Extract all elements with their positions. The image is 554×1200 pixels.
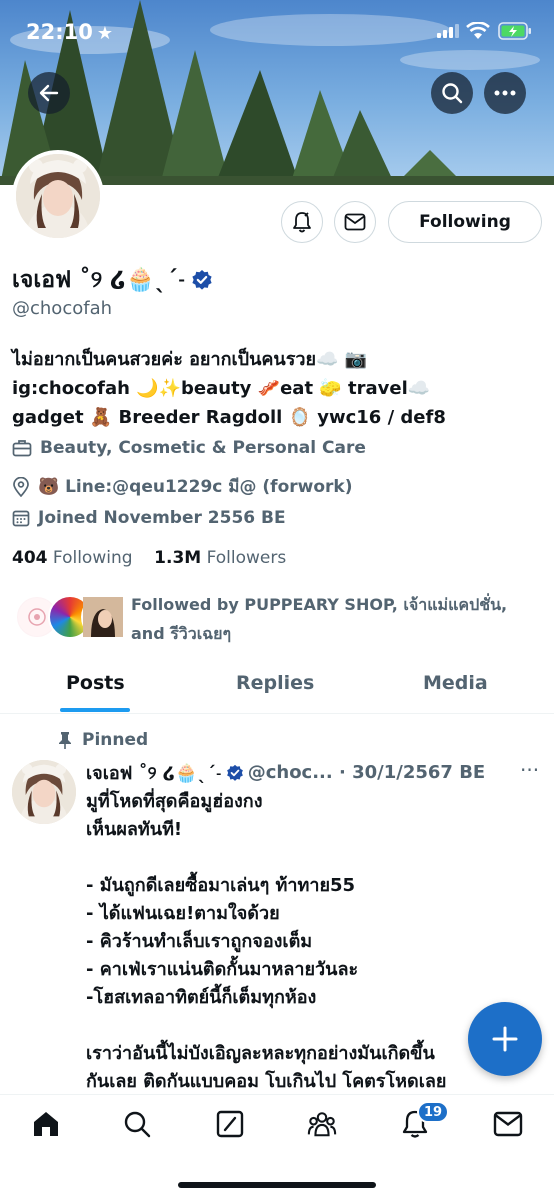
- status-time: 22:10 ★: [26, 20, 113, 44]
- tab-posts[interactable]: Posts: [66, 672, 125, 694]
- follower-photo: [83, 597, 123, 637]
- people-icon: [307, 1112, 337, 1137]
- avatar-photo: [16, 154, 100, 238]
- message-button[interactable]: [334, 201, 376, 243]
- active-tab-indicator: [60, 708, 130, 712]
- followed-by-avatars[interactable]: [15, 595, 125, 641]
- profile-joined-date: Joined November 2556 BE: [12, 508, 286, 528]
- joined-text: Joined November 2556 BE: [38, 508, 286, 528]
- back-button[interactable]: [28, 72, 70, 114]
- followed-by-line: and รีวิวเฉยๆ: [131, 624, 232, 643]
- search-button[interactable]: [431, 72, 473, 114]
- tweet-handle-date: @choc... · 30/1/2567 BE: [247, 762, 486, 783]
- nav-grok[interactable]: [215, 1109, 245, 1139]
- wifi-icon: [466, 22, 490, 39]
- home-icon: [34, 1112, 58, 1136]
- following-count-link[interactable]: 404 Following: [12, 548, 133, 568]
- tab-replies[interactable]: Replies: [236, 672, 314, 694]
- pin-icon: [59, 732, 71, 749]
- display-name-text: เจเอฟ ˚୨ ໒🧁ˎˊ˗: [12, 267, 186, 293]
- followers-count: 1.3M: [154, 548, 202, 568]
- notification-count-badge: 19: [417, 1101, 450, 1123]
- search-icon: [124, 1111, 151, 1138]
- tweet-more-button[interactable]: ···: [520, 758, 539, 782]
- tweet-author-avatar[interactable]: [12, 760, 76, 824]
- follower-avatar: [81, 595, 125, 639]
- following-label: Following: [52, 548, 133, 568]
- bio-line: gadget 🧸 Breeder Ragdoll 🪞 ywc16 / def8: [12, 407, 446, 428]
- bell-icon: [293, 212, 311, 233]
- plus-icon: [492, 1026, 518, 1052]
- tweet-author-name[interactable]: เจเอฟ ˚୨ ໒🧁ˎˊ˗: [86, 758, 222, 787]
- pinned-text: Pinned: [82, 730, 149, 750]
- verified-badge-icon: [226, 764, 243, 781]
- followers-label: Followers: [206, 548, 287, 568]
- bio-line: ig:chocofah 🌙✨beauty 🥓eat 🧽 travel☁️: [12, 378, 431, 399]
- profile-bio: ไม่อยากเป็นคนสวยค่ะ อยากเป็นคนรวย☁️ 📷 ig…: [12, 345, 542, 432]
- nav-explore[interactable]: [122, 1109, 152, 1139]
- followed-by-line: Followed by PUPPEARY SHOP, เจ้าแม่แคปชั่…: [131, 595, 508, 614]
- compose-button[interactable]: [468, 1002, 542, 1076]
- verified-badge-icon[interactable]: [191, 269, 213, 291]
- calendar-icon: [12, 510, 30, 527]
- category-text: Beauty, Cosmetic & Personal Care: [40, 438, 366, 458]
- envelope-icon: [493, 1111, 523, 1137]
- back-arrow-icon: [39, 84, 59, 102]
- tweet-header: เจเอฟ ˚୨ ໒🧁ˎˊ˗ @choc... · 30/1/2567 BE: [86, 758, 546, 787]
- profile-tabs: Posts Replies Media: [0, 660, 554, 714]
- location-pin-icon: [13, 476, 29, 497]
- grok-icon: [216, 1110, 244, 1138]
- home-indicator: [178, 1182, 376, 1188]
- location-text: 🐻 Line:@qeu1229c มี@ (forwork): [38, 477, 353, 497]
- status-bar: 22:10 ★: [0, 0, 554, 62]
- battery-icon: [498, 22, 531, 40]
- signal-icon: [437, 24, 459, 38]
- followed-by-text[interactable]: Followed by PUPPEARY SHOP, เจ้าแม่แคปชั่…: [131, 590, 551, 648]
- bio-line: ไม่อยากเป็นคนสวยค่ะ อยากเป็นคนรวย☁️ 📷: [12, 349, 368, 370]
- profile-display-name: เจเอฟ ˚୨ ໒🧁ˎˊ˗: [12, 262, 213, 298]
- search-icon: [442, 83, 463, 104]
- tab-media[interactable]: Media: [423, 672, 488, 694]
- profile-handle: @chocofah: [12, 298, 113, 319]
- nav-messages[interactable]: [493, 1109, 523, 1139]
- followers-count-link[interactable]: 1.3M Followers: [154, 548, 286, 568]
- more-icon: [494, 90, 516, 96]
- following-count: 404: [12, 548, 48, 568]
- avatar-photo: [12, 760, 76, 824]
- envelope-icon: [344, 213, 366, 231]
- star-icon: ★: [96, 23, 113, 44]
- more-options-button[interactable]: [484, 72, 526, 114]
- profile-avatar[interactable]: [12, 150, 104, 242]
- following-button[interactable]: Following: [388, 201, 542, 243]
- nav-home[interactable]: [31, 1109, 61, 1139]
- nav-communities[interactable]: [307, 1109, 337, 1139]
- follow-counts: 404 Following 1.3M Followers: [12, 548, 286, 568]
- profile-category: Beauty, Cosmetic & Personal Care: [12, 438, 366, 458]
- notifications-bell-button[interactable]: [281, 201, 323, 243]
- briefcase-icon: [12, 440, 32, 457]
- profile-location: 🐻 Line:@qeu1229c มี@ (forwork): [12, 473, 352, 500]
- pinned-label: Pinned: [58, 730, 148, 750]
